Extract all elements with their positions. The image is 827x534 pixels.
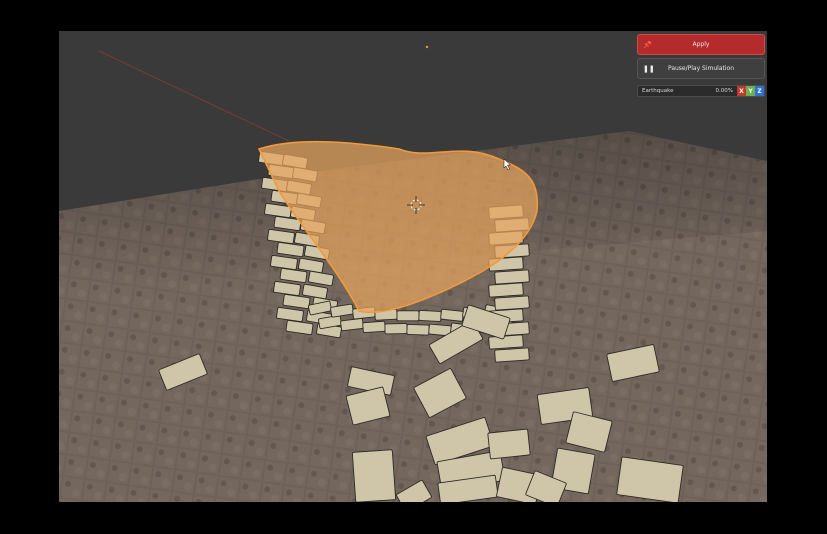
brick — [488, 334, 524, 350]
scene-render — [59, 31, 767, 502]
brick — [396, 310, 420, 322]
brick — [494, 295, 530, 311]
pause-play-label: Pause/Play Simulation — [667, 65, 735, 72]
brick — [418, 310, 442, 322]
brick — [351, 449, 397, 502]
brick — [488, 282, 524, 298]
brick — [362, 320, 386, 334]
object-origin — [425, 45, 429, 49]
axis-z-toggle[interactable]: Z — [755, 86, 764, 96]
axis-y-toggle[interactable]: Y — [746, 86, 755, 96]
pin-icon: 📌 — [643, 40, 652, 49]
pause-icon: ❚❚ — [643, 64, 655, 73]
brick — [440, 308, 464, 322]
brick — [616, 456, 684, 502]
brick — [340, 318, 364, 332]
brick — [494, 269, 530, 285]
3d-viewport[interactable] — [59, 31, 767, 502]
brick — [487, 428, 531, 460]
apply-button[interactable]: 📌 Apply — [637, 34, 765, 55]
pause-play-button[interactable]: ❚❚ Pause/Play Simulation — [637, 58, 765, 79]
brick — [384, 323, 408, 335]
brick — [494, 347, 530, 363]
earthquake-value: 0.00% — [715, 88, 733, 94]
brick — [406, 323, 430, 336]
earthquake-slider[interactable]: Earthquake 0.00% X Y Z — [637, 85, 765, 97]
apply-label: Apply — [692, 41, 710, 48]
axis-x-toggle[interactable]: X — [737, 86, 746, 96]
earthquake-label: Earthquake — [642, 88, 674, 94]
simulation-panel: 📌 Apply ❚❚ Pause/Play Simulation Earthqu… — [637, 34, 765, 97]
